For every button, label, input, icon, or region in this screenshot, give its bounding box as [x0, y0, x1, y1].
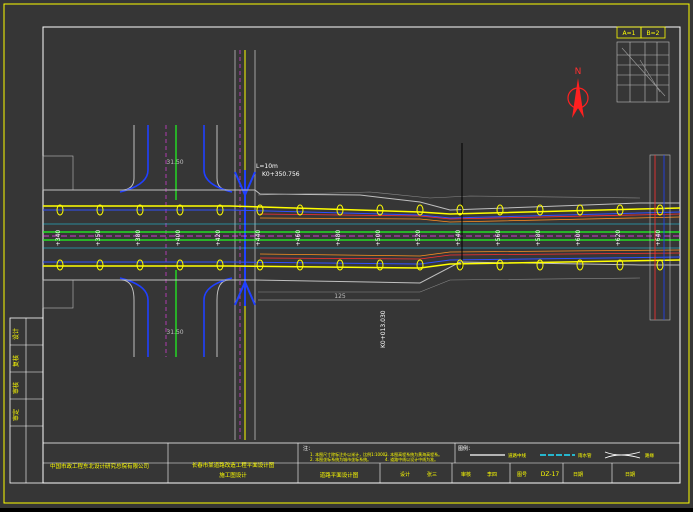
- left-title-strip: 设计 复核 审核 审定: [9, 317, 44, 484]
- station-label: +460: [295, 230, 302, 247]
- cell-design-label: 设计: [400, 471, 410, 478]
- station-label: +400: [175, 230, 182, 247]
- station-label: +640: [655, 230, 662, 247]
- station-label: +600: [575, 230, 582, 247]
- note-4: 4. 道路中线以设计中线为准。: [385, 456, 438, 462]
- callout-station: K0+350.756: [262, 171, 300, 178]
- dim-top-left: 31.50: [166, 159, 183, 166]
- streetlight-south: [536, 259, 544, 271]
- cell-drawing-no-label: 图号: [517, 472, 527, 478]
- streetlight-south: [376, 259, 384, 271]
- station-label: +420: [215, 230, 222, 247]
- streetlight-south: [296, 259, 304, 271]
- streetlight-south: [256, 259, 264, 271]
- company-name: 中国市政工程东北设计研究总院有限公司: [50, 462, 149, 470]
- left-label-1: 设计: [12, 328, 20, 340]
- key-box-1: A=1: [623, 30, 636, 37]
- callout-end-station: K0+013.030: [380, 310, 387, 348]
- main-road: 125: [42, 143, 681, 309]
- location-map: [616, 41, 670, 103]
- station-label: +620: [615, 230, 622, 247]
- key-box-2: B=2: [647, 30, 660, 37]
- north-label: N: [575, 67, 582, 77]
- project-name: 长春市某道路改造工程平面设计图: [192, 461, 275, 469]
- legend-item-3: 路缘: [645, 452, 654, 459]
- cell-check-label: 审核: [461, 471, 471, 478]
- station-label: +440: [255, 230, 262, 247]
- station-label: +500: [375, 230, 382, 247]
- callout-length: L=10m: [256, 163, 278, 170]
- dim-125: 125: [334, 293, 346, 300]
- station-label: +520: [415, 230, 422, 247]
- cell-date-label: 日期: [573, 472, 583, 478]
- station-label: +350: [95, 230, 102, 247]
- project-subtitle: 施工图设计: [219, 471, 247, 479]
- legend-swatch-curb: [604, 451, 641, 459]
- left-label-4: 审定: [12, 409, 20, 421]
- cell-drawing-no: DZ-17: [541, 471, 560, 478]
- legend-item-2: 雨水管: [578, 452, 592, 459]
- cell-design-name: 张三: [427, 471, 437, 478]
- dim-bottom-left: 31.50: [166, 329, 183, 336]
- cross-street-center: [234, 50, 256, 440]
- station-label: +560: [495, 230, 502, 247]
- title-block: 中国市政工程东北设计研究总院有限公司 长春市某道路改造工程平面设计图 施工图设计…: [43, 442, 680, 483]
- streetlight-north: [296, 204, 304, 216]
- drawing-name: 道路平面设计图: [320, 471, 359, 479]
- station-label: +540: [455, 230, 462, 247]
- station-label: +580: [535, 230, 542, 247]
- road-plan-drawing: A=1 B=2 N 31.50 31.50 125 +340 +350 +380…: [3, 3, 690, 504]
- station-label: +380: [135, 230, 142, 247]
- top-right-key-boxes: A=1 B=2: [616, 26, 666, 39]
- north-arrow-icon: [572, 78, 584, 118]
- notes-title: 注：: [303, 445, 313, 452]
- note-2: 2. 本图坐标系统为城市坐标系统。: [310, 456, 371, 462]
- north-arrow: N: [567, 67, 589, 118]
- legend-title: 图例：: [458, 445, 473, 452]
- cell-date: 日期: [625, 472, 635, 478]
- legend-item-1: 道路中线: [508, 452, 526, 459]
- streetlight-north: [496, 204, 504, 216]
- streetlight-south: [496, 259, 504, 271]
- cad-drawing-canvas: A=1 B=2 N 31.50 31.50 125 +340 +350 +380…: [0, 0, 693, 508]
- streetlight-north: [416, 204, 424, 216]
- station-label: +480: [335, 230, 342, 247]
- left-label-3: 审核: [12, 382, 20, 394]
- streetlight-south: [336, 259, 344, 271]
- station-label: +340: [55, 230, 62, 247]
- left-label-2: 复核: [12, 355, 20, 367]
- streetlight-north: [656, 204, 664, 216]
- cell-check-name: 李四: [487, 471, 497, 478]
